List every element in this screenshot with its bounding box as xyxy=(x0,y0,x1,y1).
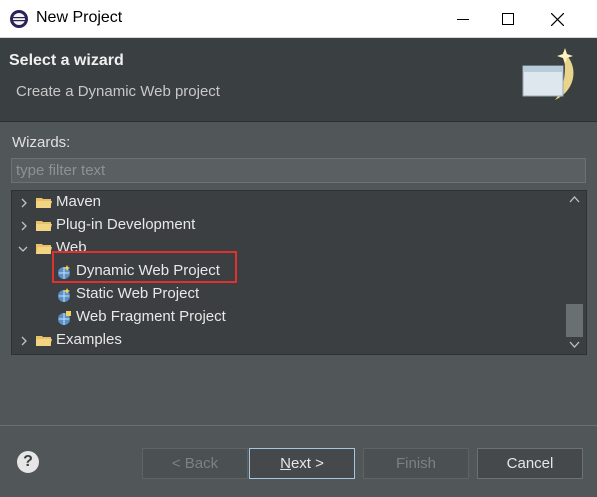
folder-icon xyxy=(36,221,52,231)
tree-item-label: Plug-in Development xyxy=(56,216,196,233)
next-mnemonic: N xyxy=(280,455,291,472)
tree-item-static-web-project[interactable]: Static Web Project xyxy=(12,283,564,306)
scroll-down-icon[interactable] xyxy=(569,341,580,349)
filter-input[interactable] xyxy=(11,158,586,183)
page-title: Select a wizard xyxy=(9,52,124,69)
cancel-button[interactable]: Cancel xyxy=(477,448,583,479)
tree-item-label: Web Fragment Project xyxy=(76,308,226,325)
maximize-button[interactable] xyxy=(485,0,530,38)
selection-highlight xyxy=(52,251,237,283)
wizard-header: Select a wizard Create a Dynamic Web pro… xyxy=(0,38,597,122)
window-title: New Project xyxy=(36,9,123,26)
minimize-icon xyxy=(456,19,469,20)
folder-open-icon xyxy=(36,244,52,254)
tree-item-plugin-development[interactable]: Plug-in Development xyxy=(12,214,564,237)
help-icon[interactable]: ? xyxy=(17,451,39,473)
wizards-label: Wizards: xyxy=(12,134,71,151)
next-button[interactable]: Next > xyxy=(249,448,355,479)
title-bar: New Project xyxy=(0,0,597,38)
chevron-right-icon[interactable] xyxy=(18,335,30,347)
next-label: ext > xyxy=(290,455,324,472)
page-description: Create a Dynamic Web project xyxy=(16,83,220,100)
close-button[interactable] xyxy=(535,0,580,38)
wizard-banner-icon xyxy=(522,48,574,100)
tree-item-maven[interactable]: Maven xyxy=(12,191,564,214)
chevron-right-icon[interactable] xyxy=(18,220,30,232)
chevron-down-icon[interactable] xyxy=(17,243,29,255)
tree-item-label: Static Web Project xyxy=(76,285,200,302)
button-bar-separator xyxy=(0,425,597,426)
minimize-button[interactable] xyxy=(440,0,485,38)
eclipse-icon xyxy=(10,10,28,28)
tree-item-label: Examples xyxy=(56,331,122,348)
web-project-icon xyxy=(58,288,70,302)
web-fragment-icon xyxy=(58,311,71,325)
scroll-up-icon[interactable] xyxy=(569,195,580,203)
tree-item-label: Maven xyxy=(56,193,102,210)
close-icon xyxy=(551,12,564,26)
back-button[interactable]: < Back xyxy=(142,448,248,479)
chevron-right-icon[interactable] xyxy=(18,197,30,209)
finish-button[interactable]: Finish xyxy=(363,448,469,479)
maximize-icon xyxy=(501,13,514,25)
folder-icon xyxy=(36,198,52,208)
scroll-thumb[interactable] xyxy=(566,304,583,337)
tree-item-examples[interactable]: Examples xyxy=(12,329,564,352)
folder-icon xyxy=(36,336,52,346)
tree-item-web-fragment-project[interactable]: Web Fragment Project xyxy=(12,306,564,329)
